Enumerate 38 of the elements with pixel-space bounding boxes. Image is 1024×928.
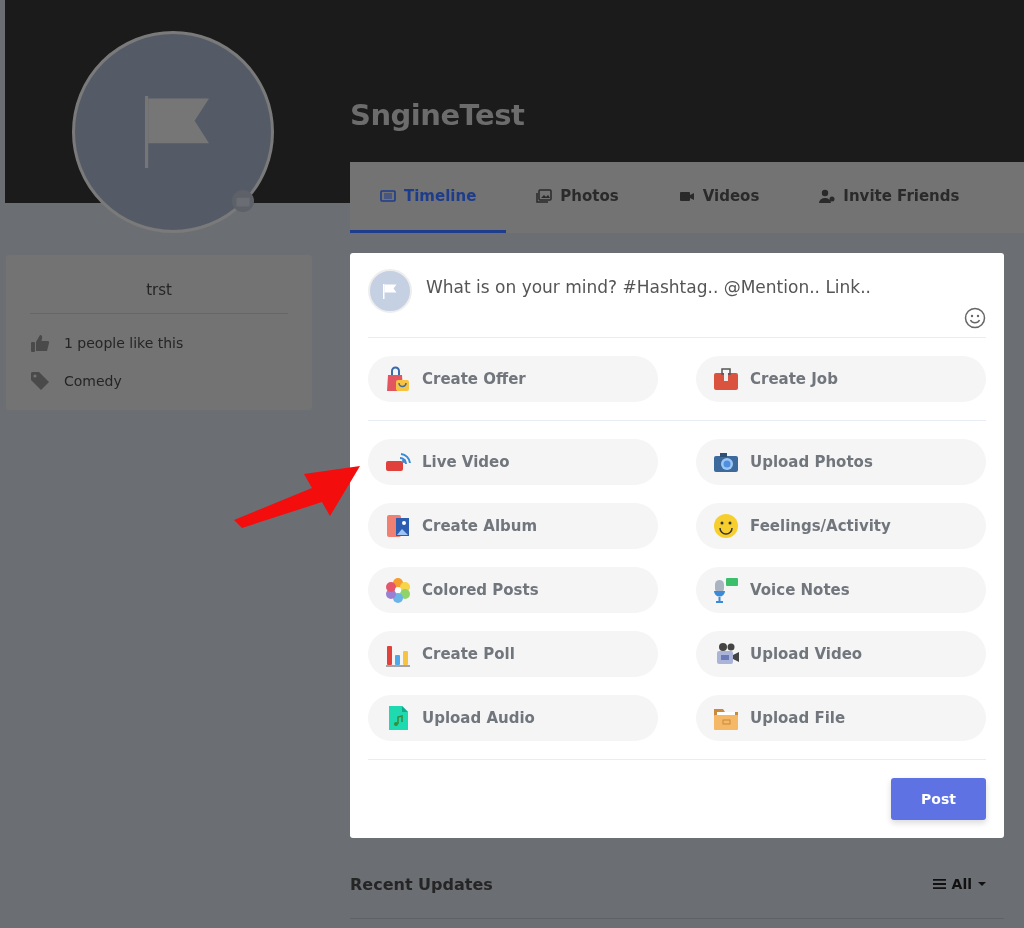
- page-name: trst: [30, 255, 288, 314]
- action-button[interactable]: Create Offer: [368, 356, 658, 402]
- menu-icon: [932, 878, 946, 890]
- action-button[interactable]: Upload File: [696, 695, 986, 741]
- briefcase-icon: [712, 365, 740, 393]
- likes-count: 1 people like this: [64, 335, 184, 351]
- tab[interactable]: Invite Friends: [789, 162, 990, 233]
- action-button[interactable]: Feelings/Activity: [696, 503, 986, 549]
- post-button[interactable]: Post: [891, 778, 986, 820]
- tab[interactable]: Videos: [648, 162, 790, 233]
- list-icon: [380, 188, 396, 204]
- photo-album-icon: [384, 512, 412, 540]
- color-petals-icon: [384, 576, 412, 604]
- tab[interactable]: Photos: [506, 162, 649, 233]
- action-button[interactable]: Create Job: [696, 356, 986, 402]
- action-button[interactable]: Create Poll: [368, 631, 658, 677]
- section-heading: Recent Updates: [350, 874, 493, 894]
- tag-icon: [30, 371, 50, 391]
- shopping-bag-icon: [384, 365, 412, 393]
- tab[interactable]: Timeline: [350, 162, 507, 233]
- flag-icon: [380, 281, 400, 301]
- action-button[interactable]: Upload Video: [696, 631, 986, 677]
- thumbs-up-icon: [30, 333, 50, 353]
- caret-icon: [978, 881, 986, 887]
- microphone-icon: [712, 576, 740, 604]
- page-title: SngineTest: [350, 98, 525, 132]
- smiley-face-icon: [712, 512, 740, 540]
- action-button[interactable]: Colored Posts: [368, 567, 658, 613]
- action-button[interactable]: Voice Notes: [696, 567, 986, 613]
- filter-dropdown[interactable]: All: [932, 876, 1004, 892]
- action-button[interactable]: Upload Photos: [696, 439, 986, 485]
- action-button[interactable]: Live Video: [368, 439, 658, 485]
- category-label: Comedy: [64, 373, 122, 389]
- emoji-icon[interactable]: [964, 307, 986, 329]
- action-button[interactable]: Upload Audio: [368, 695, 658, 741]
- user-plus-icon: [819, 188, 836, 204]
- action-button[interactable]: Create Album: [368, 503, 658, 549]
- images-icon: [536, 188, 553, 204]
